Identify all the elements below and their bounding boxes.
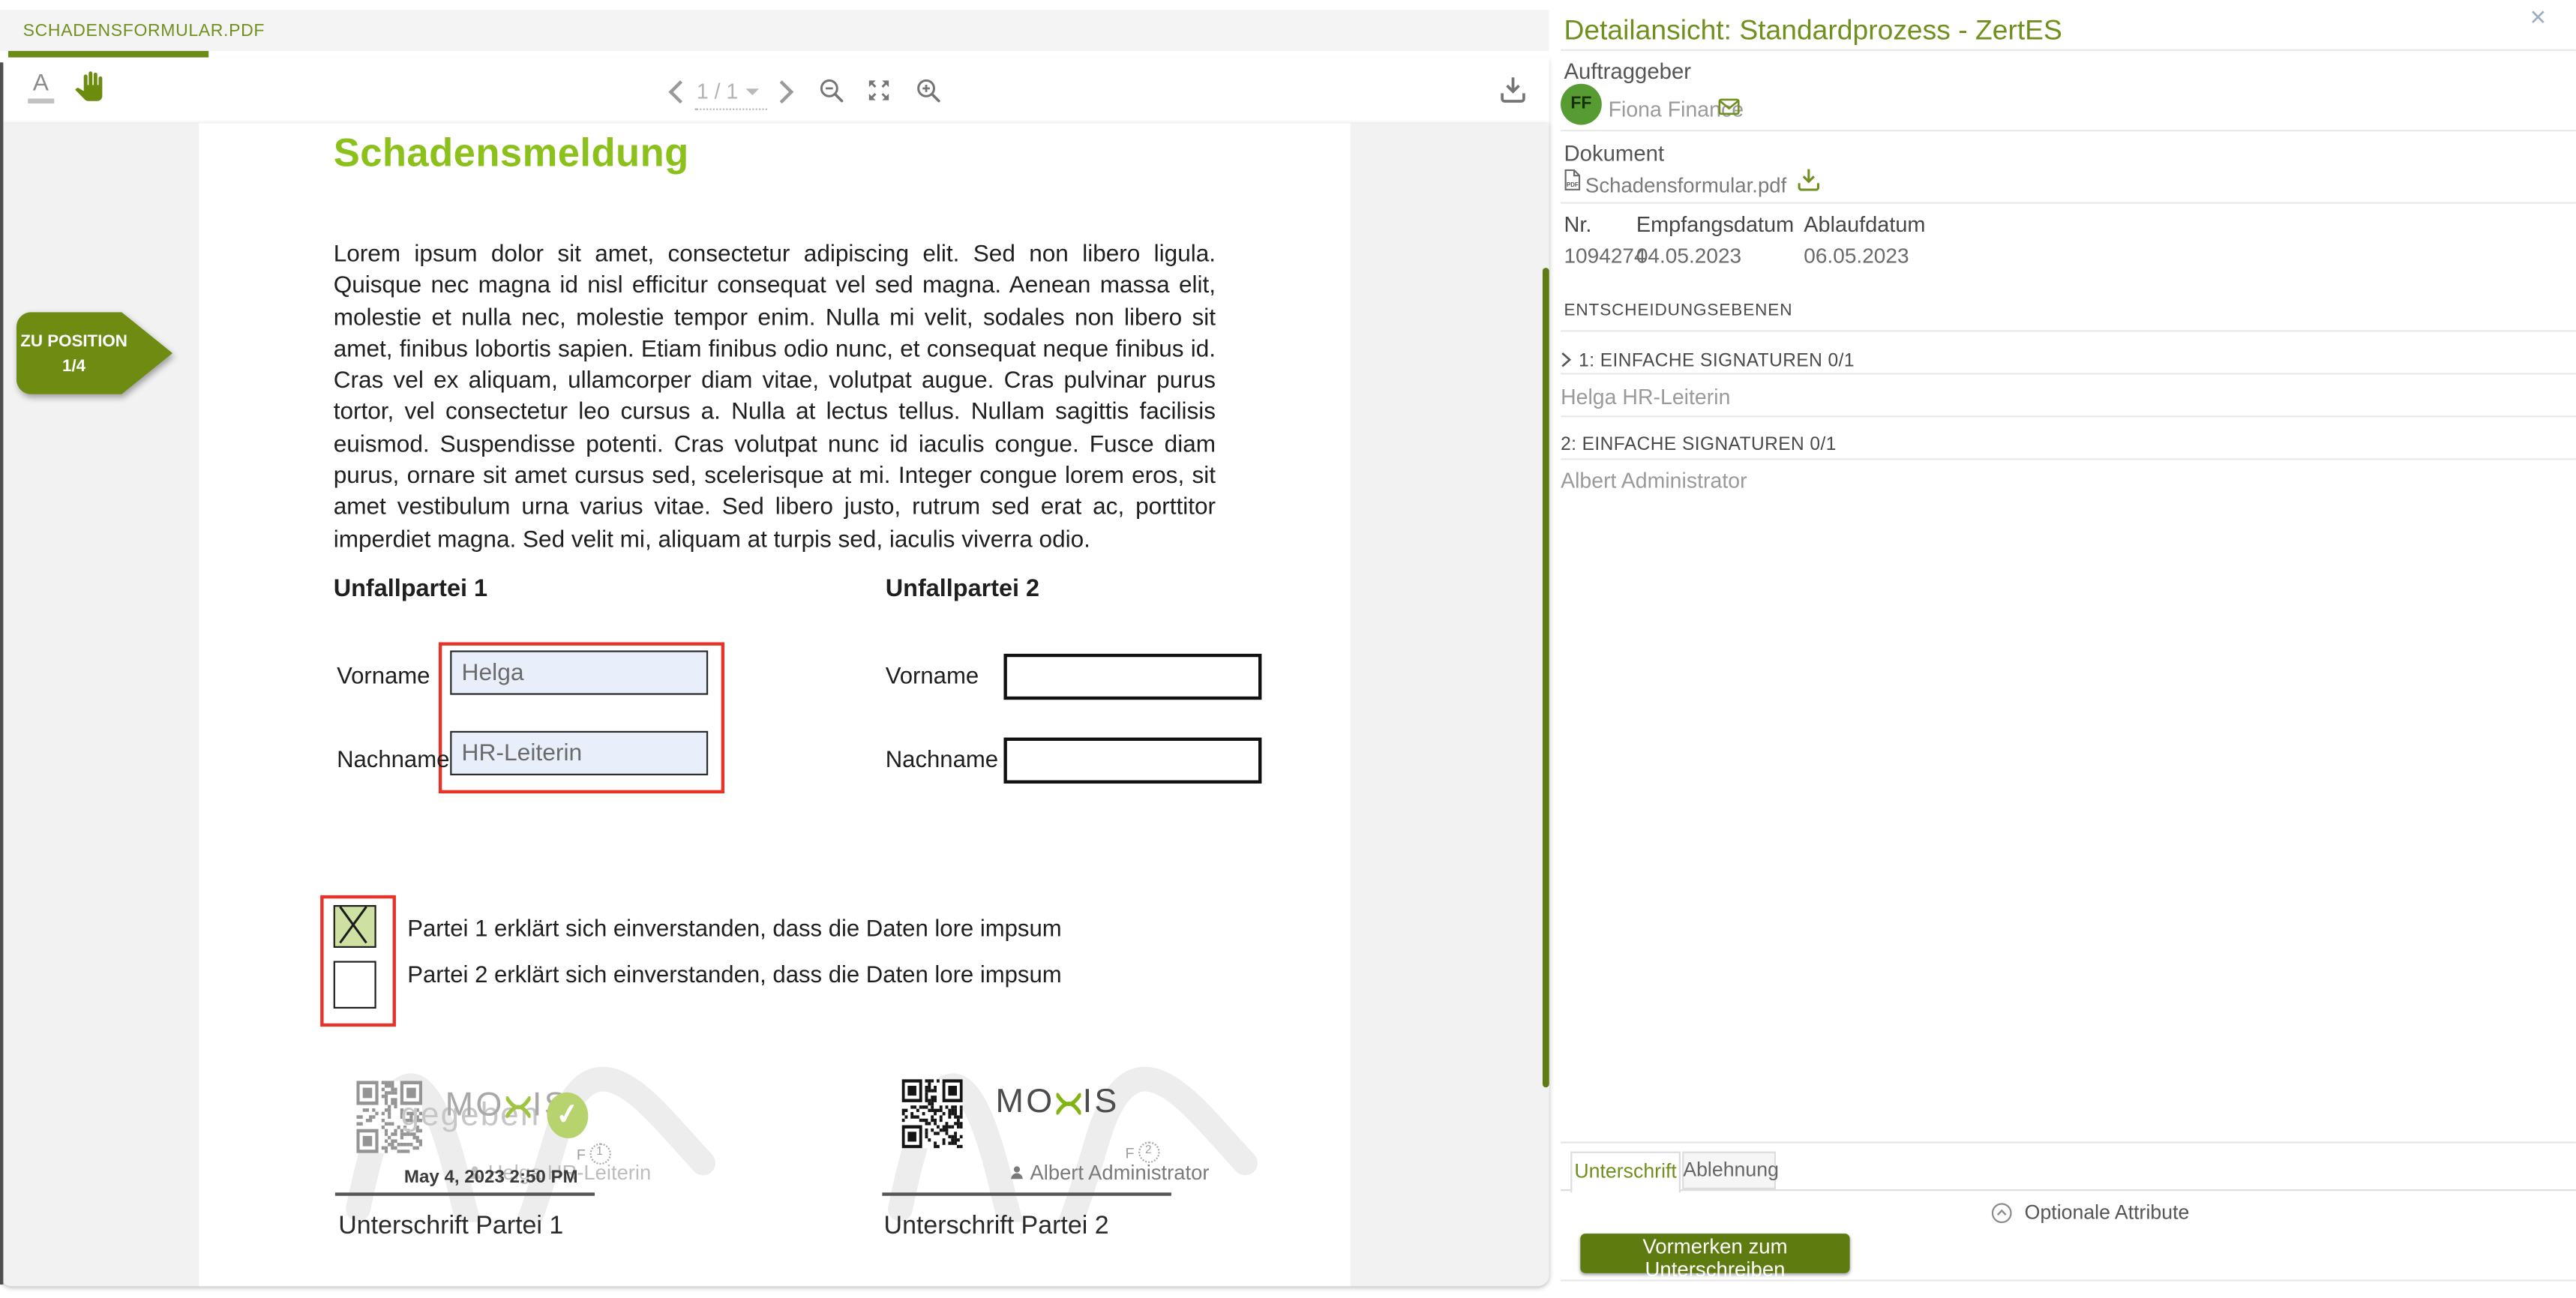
party2-nachname-input[interactable] [1003,738,1261,784]
level1-signer: Helga HR-Leiterin [1561,385,1730,409]
qr-code-signature2 [902,1079,963,1148]
ablaufdatum-header: Ablaufdatum [1804,211,1925,235]
pan-hand-icon[interactable] [74,70,103,102]
signature-block-party2[interactable]: MO IS F 2 Albert Administrator Unterschr… [871,1032,1265,1246]
moxis-logo-signature2: MO IS [996,1083,1120,1123]
divider [1561,1279,2576,1281]
signature2-level-badge: F 2 [1126,1141,1159,1162]
active-tab-indicator [8,51,208,57]
nr-header: Nr. [1564,211,1591,235]
download-file-icon[interactable] [1798,167,1821,192]
party1-consent-checkbox[interactable] [334,905,376,948]
chevron-right-icon [1561,352,1572,368]
checkbox-x-mark [332,904,375,947]
party2-vorname-input[interactable] [1003,654,1261,700]
party1-vorname-input[interactable] [450,650,708,694]
party1-nachname-label: Nachname [337,748,449,774]
document-title: Schadensmeldung [334,131,689,177]
ablaufdatum-value: 06.05.2023 [1804,242,1909,267]
chevron-down-icon [746,88,760,95]
empfangsdatum-header: Empfangsdatum [1636,211,1794,235]
auftraggeber-label: Auftraggeber [1564,58,1691,83]
page-number-control[interactable]: 1 / 1 [697,79,760,103]
party1-vorname-label: Vorname [337,664,430,690]
party1-nachname-input[interactable] [450,731,708,775]
tab-unterschrift[interactable]: Unterschrift [1570,1152,1681,1192]
fit-to-screen-icon[interactable] [865,77,892,103]
nr-value: 1094274 [1564,242,1645,267]
divider [1561,415,2576,417]
divider [1561,330,2576,331]
position-badge-line1: ZU POSITION [16,334,131,352]
file-name: Schadensformular.pdf [1585,173,1786,196]
zoom-in-icon[interactable] [915,77,943,105]
tab-ablehnung[interactable]: Ablehnung [1681,1152,1775,1189]
optionale-attribute-label: Optionale Attribute [2025,1201,2190,1224]
pdf-file-icon: PDF [1564,169,1580,190]
party2-heading: Unfallpartei 2 [886,577,1039,603]
divider [1561,201,2576,202]
email-icon[interactable] [1718,98,1739,115]
vormerken-button[interactable]: Vormerken zum Unterschreiben [1580,1234,1849,1272]
tab-label: SCHADENSFORMULAR.PDF [23,21,265,40]
level-number-icon: 2 [1138,1141,1159,1162]
optionale-attribute-toggle[interactable]: Optionale Attribute [1991,1201,2189,1224]
divider [1561,458,2576,460]
empfangsdatum-value: 04.05.2023 [1636,242,1741,267]
divider [1561,1141,2576,1143]
svg-text:PDF: PDF [1567,181,1579,188]
page-input-underline [695,107,767,109]
level2-header[interactable]: 2: EINFACHE SIGNATUREN 0/1 [1561,434,1837,454]
page-indicator: 1 / 1 [697,79,738,103]
close-icon[interactable]: × [2530,1,2547,34]
panel-title: Detailansicht: Standardprozess - ZertES [1564,14,2062,47]
signature1-line [335,1192,595,1195]
signature2-line [882,1192,1171,1195]
divider [1561,373,2576,374]
zu-position-button[interactable]: ZU POSITION 1/4 [16,312,172,394]
divider [1561,49,2576,51]
document-paragraph: Lorem ipsum dolor sit amet, consectetur … [334,240,1216,557]
moxis-x-icon [506,1096,531,1119]
signature2-caption: Unterschrift Partei 2 [884,1213,1109,1242]
signature1-timestamp: May 4, 2023 2:50 PM [404,1168,578,1188]
position-badge-line2: 1/4 [16,358,131,376]
dokument-label: Dokument [1564,141,1664,166]
moxis-x-icon [1057,1093,1081,1116]
tab-baseline [1561,1189,2576,1190]
owner-avatar: FF [1561,84,1602,125]
viewer-scrollbar-thumb[interactable] [1542,268,1549,1087]
person-icon [1009,1165,1025,1181]
signature1-caption: Unterschrift Partei 1 [338,1213,563,1242]
party1-heading: Unfallpartei 1 [334,577,487,603]
party1-consent-text: Partei 1 erklärt sich einverstanden, das… [407,916,1061,943]
level1-header[interactable]: 1: EINFACHE SIGNATUREN 0/1 [1579,352,1855,371]
zoom-out-icon[interactable] [818,77,846,105]
left-edge-divider [0,62,2,1285]
text-annotation-tool-button[interactable]: A [28,70,55,103]
signature-block-party1[interactable]: gegeben MO IS ✓ F 1 Helga HR-Leiterin Ma… [328,1032,723,1246]
tab-schadensformular[interactable]: SCHADENSFORMULAR.PDF [0,10,222,51]
download-document-icon[interactable] [1500,76,1526,103]
party2-consent-checkbox[interactable] [334,961,376,1009]
signature2-signer: Albert Administrator [1009,1162,1209,1185]
text-tool-icon: A [33,70,49,97]
app: SCHADENSFORMULAR.PDF A 1 / 1 ZU [0,0,2576,1298]
entscheidungsebenen-label: ENTSCHEIDUNGSEBENEN [1564,302,1792,320]
party2-vorname-label: Vorname [886,664,979,690]
level2-signer: Albert Administrator [1561,468,1747,493]
position-arrow-shape [16,312,172,394]
party2-nachname-label: Nachname [886,748,998,774]
party2-consent-text: Partei 2 erklärt sich einverstanden, das… [407,963,1061,989]
circle-chevron-icon [1991,1201,2012,1222]
divider [1561,130,2576,131]
